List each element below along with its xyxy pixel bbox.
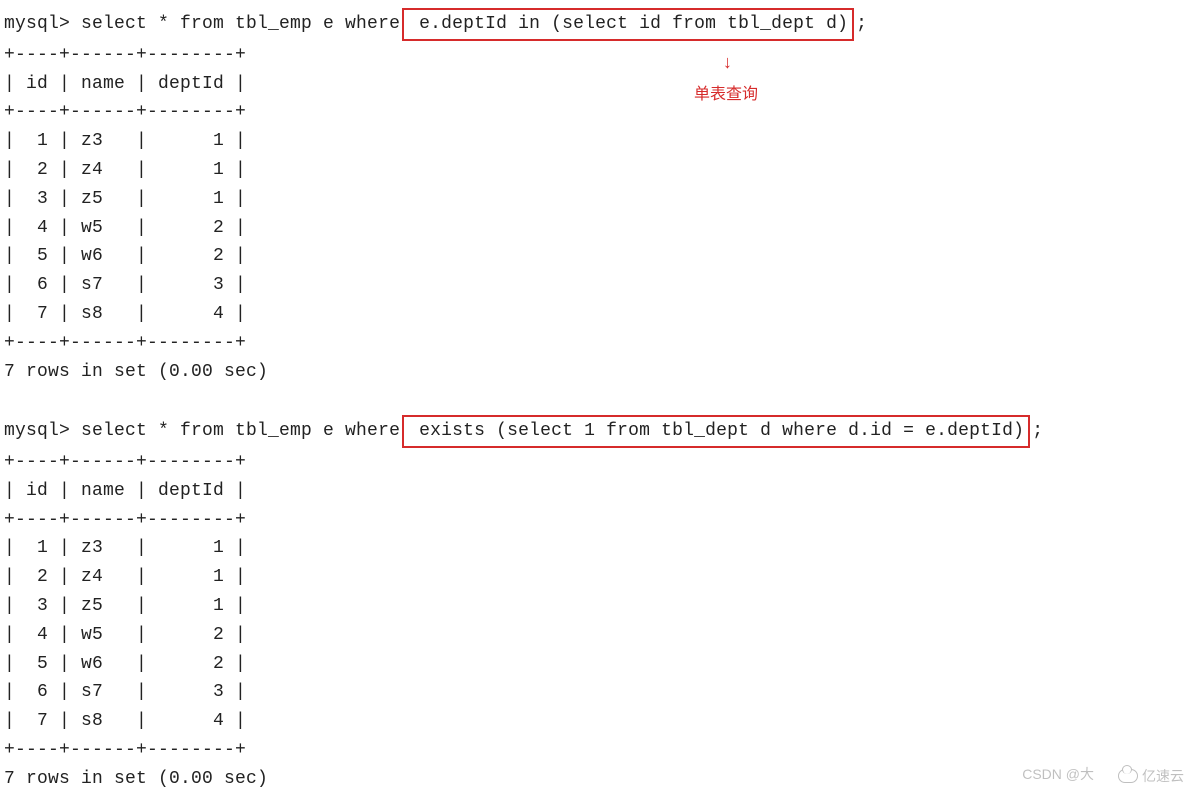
sql-query-2: mysql> select * from tbl_emp e where exi… [4,415,1194,448]
table-header: | id | name | deptId | [4,70,1194,99]
annotation-single-table-query: 单表查询 [694,82,758,108]
arrow-down-icon: ↓ [722,50,733,79]
query2-suffix: ; [1032,417,1043,446]
table-divider: +----+------+--------+ [4,506,1194,535]
watermark-csdn: CSDN @大 [1022,763,1094,785]
query1-highlight-in-subquery: e.deptId in (select id from tbl_dept d) [402,8,854,41]
sql-query-1: mysql> select * from tbl_emp e where e.d… [4,8,1194,41]
watermark-yisu: 亿速云 [1118,765,1184,787]
table-row: | 6 | s7 | 3 | [4,271,1194,300]
query1-suffix: ; [856,10,867,39]
table-row: | 2 | z4 | 1 | [4,563,1194,592]
result-summary-1: 7 rows in set (0.00 sec) [4,358,1194,387]
mysql-prompt: mysql> [4,417,81,446]
query2-highlight-exists-subquery: exists (select 1 from tbl_dept d where d… [402,415,1030,448]
result-summary-2: 7 rows in set (0.00 sec) [4,765,1194,794]
table-divider: +----+------+--------+ [4,98,1194,127]
table-row: | 1 | z3 | 1 | [4,127,1194,156]
table-divider: +----+------+--------+ [4,329,1194,358]
watermark-yisu-text: 亿速云 [1142,765,1184,787]
blank-line [4,386,1194,415]
table-row: | 2 | z4 | 1 | [4,156,1194,185]
table-row: | 6 | s7 | 3 | [4,678,1194,707]
table-divider: +----+------+--------+ [4,736,1194,765]
table-row: | 7 | s8 | 4 | [4,300,1194,329]
query2-prefix: select * from tbl_emp e where [81,417,400,446]
table-divider: +----+------+--------+ [4,41,1194,70]
cloud-icon [1118,769,1138,783]
table-header: | id | name | deptId | [4,477,1194,506]
mysql-prompt: mysql> [4,10,81,39]
table-row: | 5 | w6 | 2 | [4,650,1194,679]
table-divider: +----+------+--------+ [4,448,1194,477]
table-row: | 3 | z5 | 1 | [4,185,1194,214]
table-row: | 1 | z3 | 1 | [4,534,1194,563]
table-row: | 7 | s8 | 4 | [4,707,1194,736]
table-row: | 3 | z5 | 1 | [4,592,1194,621]
query1-prefix: select * from tbl_emp e where [81,10,400,39]
table-row: | 4 | w5 | 2 | [4,214,1194,243]
table-row: | 5 | w6 | 2 | [4,242,1194,271]
table-row: | 4 | w5 | 2 | [4,621,1194,650]
